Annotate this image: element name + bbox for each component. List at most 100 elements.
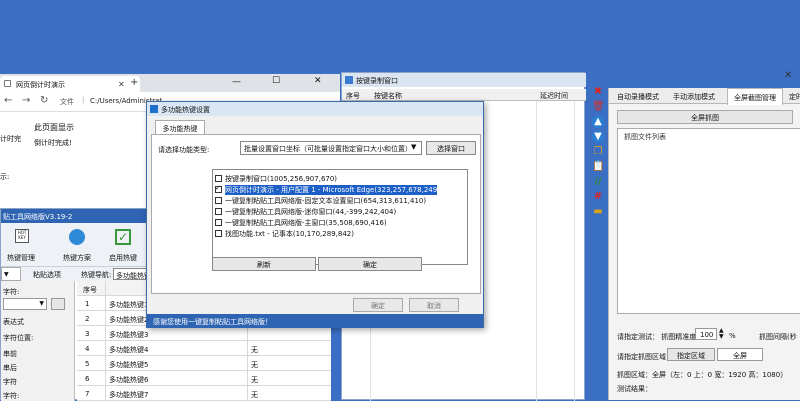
alert-heading: 此页面显示 bbox=[34, 123, 74, 132]
test-result: 测试结果： bbox=[617, 385, 652, 393]
hash-icon[interactable]: # bbox=[592, 191, 604, 203]
checkbox[interactable] bbox=[215, 230, 222, 237]
edit-toolbar: ✖ 🗑 ▲ ▼ ❐ 📋 // # ▬ bbox=[588, 86, 608, 236]
checkbox[interactable] bbox=[215, 219, 222, 226]
hotkey-icon: HOT KEY bbox=[15, 229, 29, 243]
delete-icon[interactable]: ✖ bbox=[592, 86, 604, 98]
new-tab-icon[interactable]: + bbox=[130, 77, 138, 88]
tab-left[interactable]: ▼ bbox=[1, 267, 21, 281]
row-index: 6 bbox=[85, 375, 90, 383]
cancel-button[interactable]: 取消 bbox=[409, 298, 459, 312]
select-window-button[interactable]: 选择窗口 bbox=[426, 141, 476, 155]
close-window-icon[interactable]: ✕ bbox=[314, 76, 322, 86]
grid-line bbox=[574, 101, 575, 401]
checkbox[interactable] bbox=[215, 208, 222, 215]
precision-input[interactable]: 100 bbox=[695, 328, 717, 340]
app-icon bbox=[345, 76, 353, 84]
capture-panel: 自动录播模式 手动添加模式 全屏截图管理 定时 全屏抓图 抓图文件列表 请指定测… bbox=[608, 88, 800, 400]
option-label[interactable]: 串前 bbox=[3, 349, 17, 359]
row-name: 多功能热键7 bbox=[109, 391, 149, 399]
row-name: 多功能热键4 bbox=[109, 346, 149, 354]
folder-icon[interactable]: ▬ bbox=[592, 206, 604, 218]
move-up-icon[interactable]: ▲ bbox=[592, 116, 604, 128]
hotkey-manage-button[interactable]: HOT KEY 热键管理 bbox=[1, 225, 41, 265]
file-list-header: 抓图文件列表 bbox=[624, 133, 666, 141]
row-name: 多功能热键3 bbox=[109, 331, 149, 339]
char-select[interactable]: ▼ bbox=[3, 298, 47, 310]
users-icon bbox=[69, 229, 85, 245]
minimize-icon[interactable]: — bbox=[232, 77, 241, 87]
function-type-label: 请选择功能类型: bbox=[158, 146, 210, 154]
tab-timer[interactable]: 定时 bbox=[789, 92, 800, 102]
hotkey-scheme-label: 热键方案 bbox=[63, 254, 91, 262]
forward-icon[interactable]: → bbox=[22, 95, 30, 106]
tab-manual-add[interactable]: 手动添加模式 bbox=[673, 92, 715, 102]
capture-file-list[interactable]: 抓图文件列表 bbox=[617, 128, 800, 314]
address-divider: | bbox=[82, 96, 85, 104]
app-icon bbox=[150, 105, 158, 113]
address-file-label: 文件 bbox=[60, 98, 74, 106]
checkbox[interactable] bbox=[215, 197, 222, 204]
region-label: 请指定抓图区域： bbox=[617, 353, 673, 361]
maximize-icon[interactable]: ☐ bbox=[272, 76, 280, 86]
browser-tabbar: 网页倒计时演示 ✕ + — ☐ ✕ bbox=[0, 74, 340, 92]
chevron-down-icon: ▼ bbox=[411, 143, 417, 151]
list-item-text: 一键复制粘贴工具网络版-固定文本设置窗口(654,313,611,410) bbox=[225, 197, 427, 205]
row-name: 多功能热键5 bbox=[109, 361, 149, 369]
browser-tab[interactable]: 网页倒计时演示 ✕ bbox=[0, 76, 140, 92]
row-index: 1 bbox=[85, 300, 90, 308]
page-side-text-2: 示: bbox=[0, 173, 10, 181]
row-name: 多功能热键1 bbox=[109, 301, 149, 309]
enable-hotkey-button[interactable]: ✓ 启用热键 bbox=[103, 225, 143, 265]
tab-multi-hotkey[interactable]: 多功能热键 bbox=[155, 120, 205, 134]
select-region-button[interactable]: 指定区域 bbox=[667, 348, 715, 361]
fullscreen-capture-button[interactable]: 全屏抓图 bbox=[617, 110, 793, 124]
precision-unit: % bbox=[729, 332, 736, 340]
row-index: 5 bbox=[85, 360, 90, 368]
tab-auto-record[interactable]: 自动录播模式 bbox=[617, 92, 659, 102]
col-header-index: 序号 bbox=[346, 92, 360, 100]
table-row[interactable]: 6 多功能热键6 无 bbox=[77, 371, 331, 386]
record-window-titlebar: 按键录制窗口 bbox=[342, 73, 586, 87]
alert-message: 倒计时完成! bbox=[34, 139, 72, 147]
char-browse-button[interactable] bbox=[51, 298, 65, 310]
tab-paste-options[interactable]: 粘贴选项 bbox=[33, 270, 61, 280]
fullscreen-button[interactable]: 全屏 bbox=[717, 348, 763, 361]
close-window-icon[interactable]: ✕ bbox=[784, 70, 792, 81]
checkbox[interactable] bbox=[215, 184, 222, 193]
row-index: 2 bbox=[85, 315, 90, 323]
list-item-text: 网页倒计时演示 - 用户配置 1 - Microsoft Edge(323,25… bbox=[225, 185, 438, 195]
refresh-button[interactable]: 刷新 bbox=[212, 257, 316, 271]
move-down-icon[interactable]: ▼ bbox=[592, 131, 604, 143]
list-confirm-button[interactable]: 确定 bbox=[318, 257, 422, 271]
row-index: 3 bbox=[85, 330, 90, 338]
option-label[interactable]: 字符 bbox=[3, 377, 17, 387]
dialog-titlebar: 多功能热键设置 bbox=[147, 102, 483, 116]
function-type-select[interactable]: 批量设置窗口坐标（可批量设置指定窗口大小和位置） ▼ bbox=[240, 141, 422, 155]
hotkey-manage-label: 热键管理 bbox=[7, 254, 35, 262]
copy-icon[interactable]: ❐ bbox=[592, 146, 604, 158]
trash-icon[interactable]: 🗑 bbox=[592, 101, 605, 113]
table-row[interactable]: 3 多功能热键3 bbox=[77, 326, 331, 341]
option-label[interactable]: 串后 bbox=[3, 363, 17, 373]
close-tab-icon[interactable]: ✕ bbox=[118, 80, 125, 89]
paste-icon[interactable]: 📋 bbox=[592, 161, 604, 173]
list-item-text: 找图功能.txt - 记事本(10,170,289,842) bbox=[225, 230, 354, 238]
hotkey-settings-dialog: 多功能热键设置 多功能热键 请选择功能类型: 批量设置窗口坐标（可批量设置指定窗… bbox=[146, 101, 484, 328]
hotkey-nav-label: 热键导航: bbox=[81, 271, 112, 279]
back-icon[interactable]: ← bbox=[4, 95, 12, 106]
refresh-icon[interactable]: ↻ bbox=[40, 95, 48, 106]
table-row[interactable]: 5 多功能热键5 无 bbox=[77, 356, 331, 371]
tab-fullscreen-capture[interactable]: 全屏截图管理 bbox=[727, 88, 783, 105]
comment-icon[interactable]: // bbox=[592, 176, 604, 188]
table-row[interactable]: 4 多功能热键4 无 bbox=[77, 341, 331, 356]
page-side-text-1: 计时完 bbox=[0, 135, 21, 143]
desktop-background bbox=[0, 0, 800, 74]
checkbox[interactable] bbox=[215, 175, 222, 182]
ok-button[interactable]: 确定 bbox=[353, 298, 403, 312]
dialog-body: 请选择功能类型: 批量设置窗口坐标（可批量设置指定窗口大小和位置） ▼ 选择窗口… bbox=[151, 134, 481, 294]
list-item-text: 按键录制窗口(1005,256,907,670) bbox=[225, 175, 338, 183]
table-row[interactable]: 7 多功能热键7 无 bbox=[77, 386, 331, 401]
spinner-icon[interactable]: ▲ ▼ bbox=[719, 328, 724, 340]
hotkey-scheme-button[interactable]: 热键方案 bbox=[57, 225, 97, 265]
